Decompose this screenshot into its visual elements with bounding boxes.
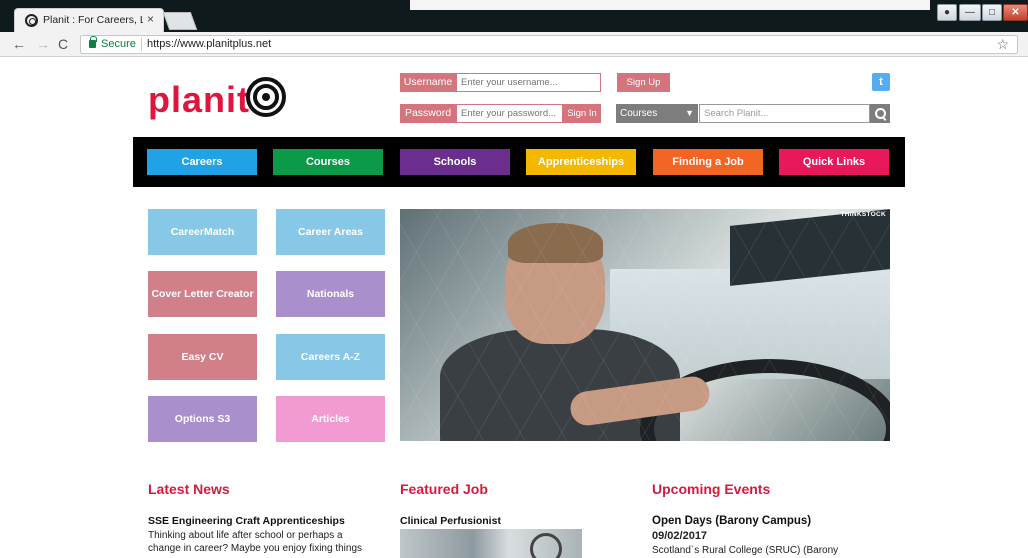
secure-label: Secure <box>101 38 136 50</box>
news-item-title[interactable]: SSE Engineering Craft Apprenticeships <box>148 515 345 527</box>
job-item-title[interactable]: Clinical Perfusionist <box>400 515 501 527</box>
event-item-title[interactable]: Open Days (Barony Campus) <box>652 515 811 527</box>
nav-schools[interactable]: Schools <box>400 149 510 175</box>
forward-arrow-icon[interactable]: → <box>36 36 50 52</box>
tile-cover-letter-creator[interactable]: Cover Letter Creator <box>148 271 257 317</box>
tab-title: Planit : For Careers, Learn <box>43 14 143 26</box>
close-window-button[interactable]: ✕ <box>1003 4 1028 21</box>
hero-image-credit: THINKSTOCK <box>840 211 886 218</box>
user-profile-button[interactable]: ● <box>937 4 957 21</box>
tile-careers-a-z[interactable]: Careers A-Z <box>276 334 385 380</box>
minimize-icon: — <box>965 7 975 18</box>
event-item-body: Scotland`s Rural College (SRUC) (Barony <box>652 545 839 556</box>
tile-career-areas[interactable]: Career Areas <box>276 209 385 255</box>
url-text[interactable]: https://www.planitplus.net <box>147 38 271 50</box>
nav-careers[interactable]: Careers <box>147 149 257 175</box>
web-page: planit Username Password Sign In Sign Up… <box>0 57 1028 558</box>
hero-pattern-overlay <box>400 209 890 441</box>
latest-news-heading: Latest News <box>148 481 230 497</box>
news-item-body-line-2: change in career? Maybe you enjoy fixing… <box>148 543 363 554</box>
chevron-down-icon: ▼ <box>685 108 694 118</box>
close-icon: ✕ <box>1011 7 1020 18</box>
sign-in-button[interactable]: Sign In <box>563 104 601 123</box>
tile-easy-cv[interactable]: Easy CV <box>148 334 257 380</box>
planit-favicon-icon <box>25 14 38 27</box>
lock-icon <box>89 36 97 48</box>
news-item-body-line-1: Thinking about life after school or perh… <box>148 530 343 541</box>
event-date: 09/02/2017 <box>652 530 708 542</box>
tab-close-icon[interactable]: × <box>147 12 154 26</box>
minimize-button[interactable]: — <box>959 4 981 21</box>
tile-nationals[interactable]: Nationals <box>276 271 385 317</box>
new-tab-button[interactable] <box>162 12 198 30</box>
courses-select-value: Courses <box>620 108 658 119</box>
sign-up-button[interactable]: Sign Up <box>617 73 670 92</box>
twitter-icon[interactable]: t <box>872 73 890 91</box>
username-label: Username <box>400 73 456 92</box>
browser-toolbar: ← → C Secure https://www.planitplus.net … <box>0 32 1028 57</box>
tile-options-s3[interactable]: Options S3 <box>148 396 257 442</box>
maximize-button[interactable]: □ <box>982 4 1002 21</box>
upcoming-events-heading: Upcoming Events <box>652 481 771 497</box>
featured-job-image[interactable] <box>400 529 582 558</box>
password-input[interactable] <box>456 104 563 123</box>
reload-icon[interactable]: C <box>58 36 68 52</box>
titlebar-background <box>410 0 930 10</box>
bookmark-star-icon[interactable]: ☆ <box>996 36 1009 53</box>
address-bar[interactable]: Secure https://www.planitplus.net ☆ <box>80 35 1018 54</box>
tile-careermatch[interactable]: CareerMatch <box>148 209 257 255</box>
nav-apprenticeships[interactable]: Apprenticeships <box>526 149 636 175</box>
user-icon: ● <box>943 7 951 18</box>
hero-image-truck-driver[interactable]: THINKSTOCK <box>400 209 890 441</box>
featured-job-heading: Featured Job <box>400 481 488 497</box>
main-navbar: Careers Courses Schools Apprenticeships … <box>133 137 905 187</box>
nav-courses[interactable]: Courses <box>273 149 383 175</box>
target-logo-icon <box>246 77 286 117</box>
url-separator <box>141 38 142 51</box>
nav-finding-a-job[interactable]: Finding a Job <box>653 149 763 175</box>
search-button[interactable] <box>870 104 890 123</box>
password-label: Password <box>400 104 456 123</box>
courses-select[interactable]: Courses ▼ <box>616 104 698 123</box>
tile-articles[interactable]: Articles <box>276 396 385 442</box>
logo-text: planit <box>148 79 250 120</box>
back-arrow-icon[interactable]: ← <box>12 36 26 52</box>
browser-tab[interactable]: Planit : For Careers, Learn × <box>14 8 164 32</box>
maximize-icon: □ <box>988 7 996 18</box>
search-input[interactable]: Search Planit... <box>699 104 870 123</box>
username-input[interactable] <box>456 73 601 92</box>
planit-logo[interactable]: planit <box>148 75 298 125</box>
nav-quick-links[interactable]: Quick Links <box>779 149 889 175</box>
browser-titlebar: Planit : For Careers, Learn × ● — □ ✕ <box>0 0 1028 32</box>
